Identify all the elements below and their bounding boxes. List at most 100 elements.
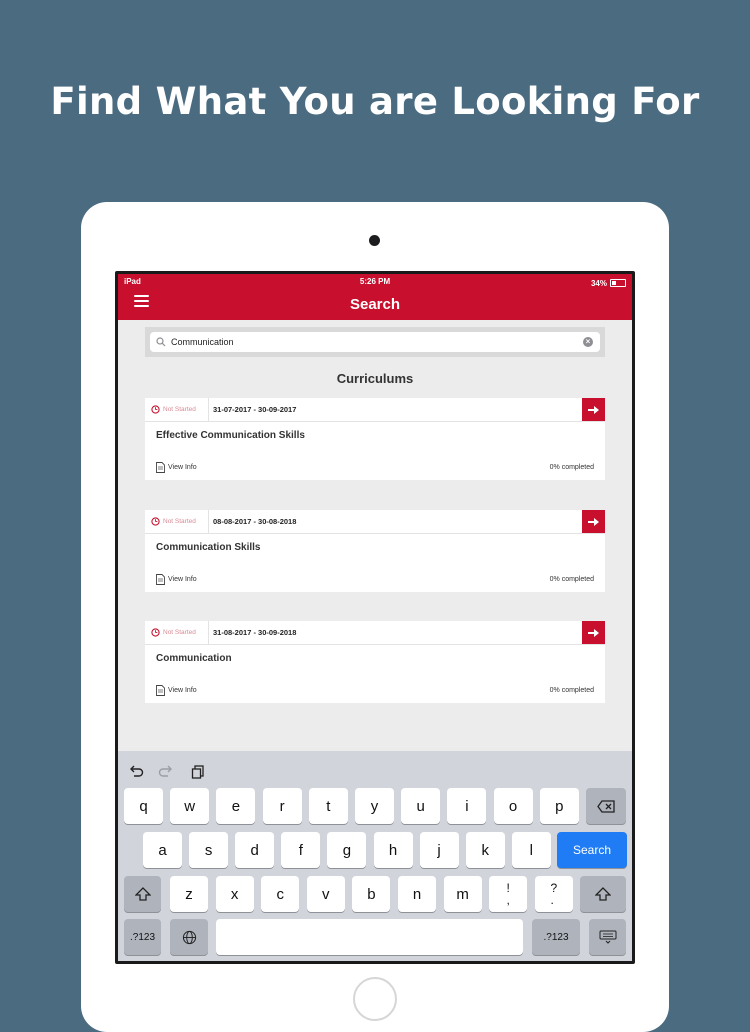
app-screen: iPad 5:26 PM 34% Search Communication × … [118,274,632,961]
view-info-label: View Info [168,464,197,471]
numbers-key-left[interactable]: .?123 [124,919,161,955]
key-g[interactable]: g [327,832,367,868]
backspace-key[interactable] [586,788,626,824]
shift-icon [595,887,611,901]
device-screen: iPad 5:26 PM 34% Search Communication × … [115,271,635,964]
key-q[interactable]: q [124,788,163,824]
key-n[interactable]: n [398,876,436,912]
curriculum-title: Communication Skills [156,542,261,553]
space-key[interactable] [216,919,523,955]
key-exclaim-comma[interactable]: ! , [489,876,528,912]
globe-key[interactable] [170,919,208,955]
key-r[interactable]: r [262,788,302,824]
key-t[interactable]: t [308,788,348,824]
search-key[interactable]: Search [557,832,627,868]
key-h[interactable]: h [373,832,413,868]
arrow-right-icon [588,517,599,526]
progress-text: 0% completed [549,464,594,471]
view-info-label: View Info [168,576,197,583]
document-icon [156,462,165,473]
status-label: Not Started [163,629,196,636]
open-arrow-button[interactable] [582,621,605,644]
key-i[interactable]: i [447,788,487,824]
key-k[interactable]: k [465,832,505,868]
key-x[interactable]: x [215,876,254,912]
shift-key-right[interactable] [580,876,626,912]
globe-icon [182,930,196,944]
camera-dot [369,235,380,246]
battery-icon [610,279,626,287]
key-s[interactable]: s [189,832,229,868]
key-f[interactable]: f [281,832,321,868]
progress-text: 0% completed [549,687,594,694]
key-y[interactable]: y [355,788,394,824]
view-info-link[interactable]: View Info [156,462,197,473]
key-m[interactable]: m [443,876,482,912]
clear-icon[interactable]: × [583,337,593,347]
key-o[interactable]: o [493,788,533,824]
view-info-link[interactable]: View Info [156,685,197,696]
shift-icon [134,887,151,901]
open-arrow-button[interactable] [582,398,605,421]
section-title: Curriculums [336,371,414,386]
clock-icon [151,628,160,637]
key-p[interactable]: p [539,788,579,824]
key-question-period[interactable]: ? . [534,876,573,912]
document-icon [156,685,165,696]
status-time: 5:26 PM [359,277,391,286]
battery-percent: 34% [590,278,607,288]
search-bar: Communication × [145,327,605,357]
arrow-right-icon [588,628,599,637]
clock-icon [151,405,160,414]
document-icon [156,574,165,585]
page-title: Search [349,296,401,313]
card-header: Not Started 08-08-2017 - 30-08-2018 [145,510,605,534]
numbers-key-right[interactable]: .?123 [532,919,580,955]
paste-icon[interactable] [190,764,206,780]
status-label: Not Started [163,518,196,525]
undo-icon[interactable] [128,764,144,780]
key-d[interactable]: d [235,832,275,868]
key-a[interactable]: a [143,832,182,868]
headline: Find What You are Looking For [50,80,700,123]
date-range: 31-08-2017 - 30-09-2018 [213,628,297,637]
card-header: Not Started 31-07-2017 - 30-09-2017 [145,398,605,422]
curriculum-card[interactable]: Not Started 08-08-2017 - 30-08-2018 Comm… [145,510,605,592]
status-badge: Not Started [145,398,209,421]
status-label: Not Started [163,406,196,413]
date-range: 08-08-2017 - 30-08-2018 [213,517,297,526]
date-range: 31-07-2017 - 30-09-2017 [213,405,297,414]
key-v[interactable]: v [306,876,345,912]
clock-icon [151,517,160,526]
search-value: Communication [171,337,234,347]
curriculum-card[interactable]: Not Started 31-07-2017 - 30-09-2017 Effe… [145,398,605,480]
status-badge: Not Started [145,621,209,644]
key-b[interactable]: b [352,876,391,912]
app-header: iPad 5:26 PM 34% Search [118,274,632,320]
keyboard-hide-icon [599,930,616,944]
progress-text: 0% completed [549,576,594,583]
redo-icon[interactable] [158,764,174,780]
open-arrow-button[interactable] [582,510,605,533]
hide-keyboard-key[interactable] [589,919,626,955]
view-info-link[interactable]: View Info [156,574,197,585]
key-c[interactable]: c [261,876,300,912]
battery-status: 34% [591,277,626,289]
on-screen-keyboard: q w e r t y u i o p a s d f g h j k l Search z x c v b n m! ,? ..?… [118,751,632,961]
card-header: Not Started 31-08-2017 - 30-09-2018 [145,621,605,645]
key-w[interactable]: w [170,788,210,824]
key-l[interactable]: l [511,832,551,868]
search-input[interactable]: Communication × [150,332,600,352]
key-e[interactable]: e [216,788,256,824]
curriculum-card[interactable]: Not Started 31-08-2017 - 30-09-2018 Comm… [145,621,605,703]
key-j[interactable]: j [419,832,459,868]
backspace-icon [597,799,615,813]
arrow-right-icon [588,405,599,414]
status-badge: Not Started [145,510,209,533]
home-button[interactable] [353,977,397,1021]
shift-key-left[interactable] [124,876,161,912]
key-z[interactable]: z [170,876,208,912]
view-info-label: View Info [168,687,197,694]
search-icon [156,337,166,347]
key-u[interactable]: u [401,788,441,824]
